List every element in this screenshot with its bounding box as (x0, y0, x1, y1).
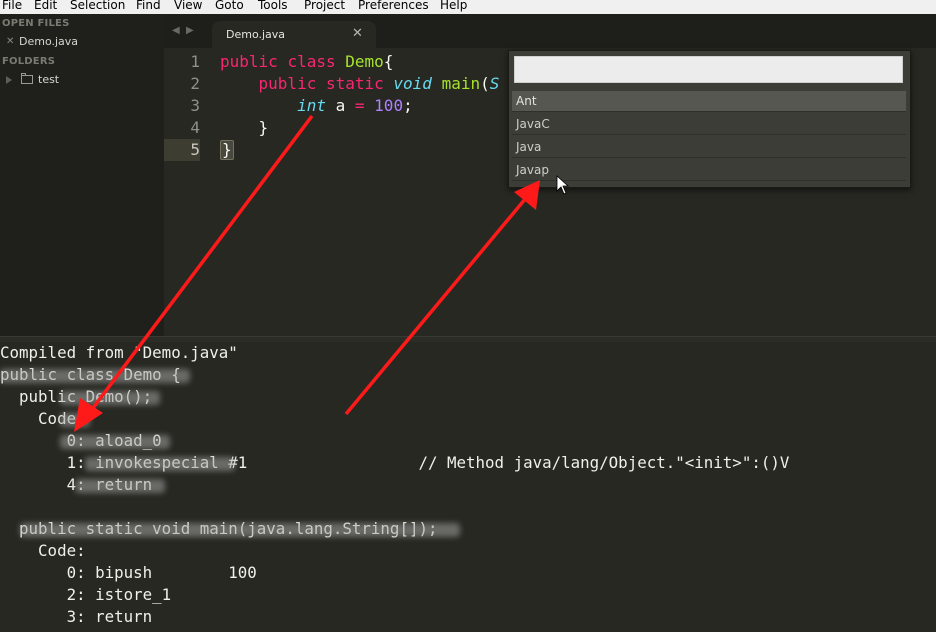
output-line: 2: istore_1 (0, 585, 172, 604)
menu-bar: File Edit Selection Find View Goto Tools… (0, 0, 936, 14)
tab-demo-java[interactable]: Demo.java ✕ (212, 21, 376, 48)
menu-view[interactable]: View (174, 0, 202, 13)
redaction-smudge (0, 369, 190, 383)
code-line-4: } (220, 117, 269, 139)
type: void (393, 74, 432, 93)
class-name: Demo (345, 52, 384, 71)
redaction-smudge (85, 457, 235, 471)
output-panel: Compiled from "Demo.java" public class D… (0, 342, 936, 632)
redaction-smudge (75, 479, 165, 493)
tab-label: Demo.java (226, 28, 286, 41)
method-name: main (441, 74, 481, 93)
open-file-label: Demo.java (19, 35, 79, 48)
build-system-panel: Ant JavaC Java Javap (508, 50, 911, 188)
operator: = (354, 96, 365, 115)
tab-nav-left-icon[interactable]: ◀ (172, 25, 180, 36)
redaction-smudge (60, 391, 160, 405)
expand-arrow-icon[interactable] (6, 76, 12, 84)
menu-project[interactable]: Project (304, 0, 345, 13)
code-line-2: public static void main(S (220, 73, 500, 95)
keyword: class (287, 52, 336, 71)
number-literal: 100 (374, 96, 404, 115)
code-line-5: } (220, 139, 234, 161)
build-item-javac[interactable]: JavaC (512, 114, 906, 135)
line-number: 2 (190, 74, 200, 93)
open-file-item[interactable]: ✕ Demo.java (0, 33, 164, 50)
menu-file[interactable]: File (2, 0, 22, 13)
build-item-javap[interactable]: Javap (512, 160, 906, 181)
output-line: 3: return (0, 607, 153, 626)
semicolon: ; (403, 96, 413, 115)
build-item-java[interactable]: Java (512, 137, 906, 158)
quick-panel-input[interactable] (514, 56, 903, 83)
code-line-1: public class Demo{ (220, 51, 393, 73)
menu-help[interactable]: Help (440, 0, 467, 13)
menu-selection[interactable]: Selection (70, 0, 125, 13)
menu-preferences[interactable]: Preferences (358, 0, 429, 13)
variable: a (335, 96, 346, 115)
type: int (297, 96, 326, 115)
paren: ( (480, 74, 490, 93)
redaction-smudge (60, 413, 90, 427)
keyword: static (325, 74, 384, 93)
folder-icon (21, 73, 33, 84)
redaction-smudge (20, 523, 460, 537)
brace: { (383, 52, 394, 71)
type-partial: S (489, 74, 500, 93)
folder-label: test (38, 73, 60, 86)
sidebar: OPEN FILES ✕ Demo.java FOLDERS test (0, 14, 164, 336)
line-number: 4 (190, 118, 200, 137)
folder-item[interactable]: test (0, 71, 164, 88)
build-item-ant[interactable]: Ant (512, 91, 906, 112)
keyword: public (220, 52, 278, 71)
brace: } (258, 118, 269, 137)
close-icon[interactable]: ✕ (6, 33, 14, 50)
matched-brace: } (220, 140, 234, 160)
menu-tools[interactable]: Tools (258, 0, 288, 13)
output-line: Code: (0, 541, 86, 560)
folders-header: FOLDERS (2, 56, 56, 67)
menu-find[interactable]: Find (136, 0, 161, 13)
open-files-header: OPEN FILES (2, 18, 70, 29)
tab-close-icon[interactable]: ✕ (352, 26, 363, 41)
keyword: public (258, 74, 317, 93)
menu-goto[interactable]: Goto (215, 0, 244, 13)
code-line-3: int a = 100; (220, 95, 413, 117)
output-line: Compiled from "Demo.java" (0, 343, 238, 362)
menu-edit[interactable]: Edit (34, 0, 57, 13)
line-number: 3 (190, 96, 200, 115)
tab-nav-right-icon[interactable]: ▶ (186, 25, 194, 36)
tab-bar: ◀ ▶ Demo.java ✕ (164, 14, 936, 48)
line-number: 1 (190, 52, 200, 71)
redaction-smudge (60, 435, 170, 449)
output-line: 0: bipush 100 (0, 563, 257, 582)
line-number-current: 5 (164, 139, 200, 161)
